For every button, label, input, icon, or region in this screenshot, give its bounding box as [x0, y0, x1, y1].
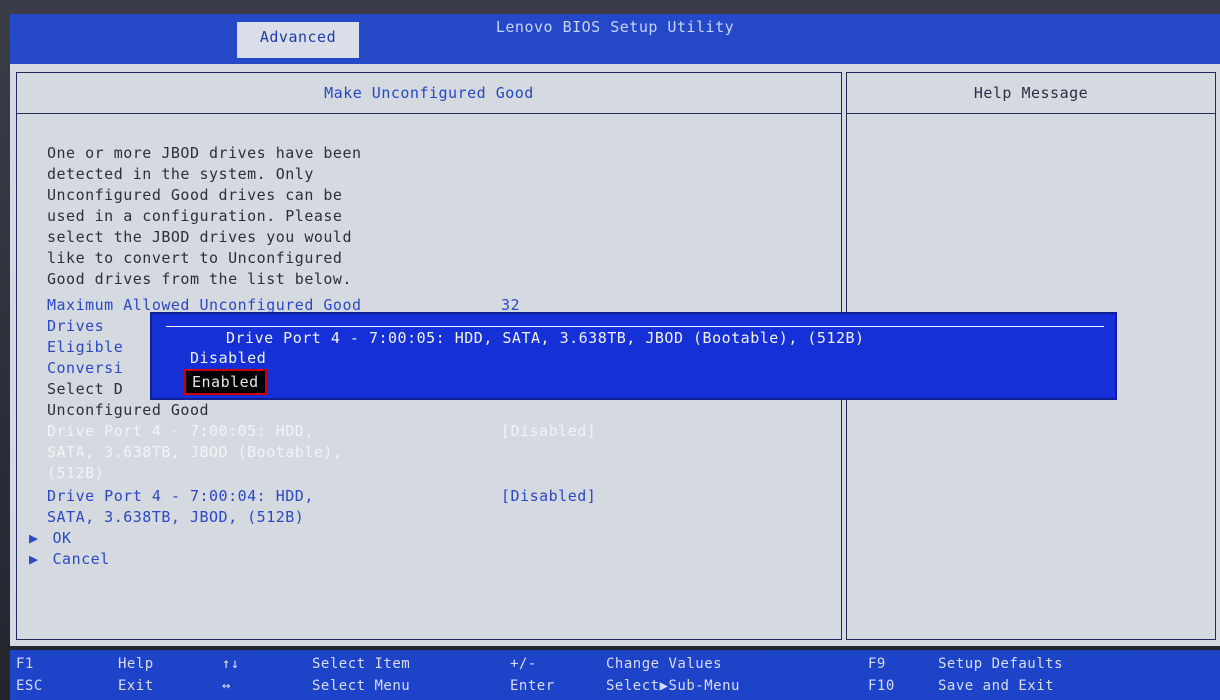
drive1-value[interactable]: [Disabled]	[501, 421, 596, 442]
description-line: One or more JBOD drives have been	[47, 144, 362, 162]
key-esc-label: Exit	[118, 678, 154, 694]
option-popup: Drive Port 4 - 7:00:05: HDD, SATA, 3.638…	[150, 312, 1117, 400]
drive1-line3[interactable]: (512B)	[47, 463, 104, 484]
option-enabled[interactable]: Enabled	[184, 369, 267, 395]
drive1-line1[interactable]: Drive Port 4 - 7:00:05: HDD,	[47, 421, 314, 442]
key-f10-label: Save and Exit	[938, 678, 1055, 694]
key-plusminus: +/-	[510, 656, 537, 672]
cancel-label: Cancel	[52, 550, 110, 568]
key-f9: F9	[868, 656, 886, 672]
key-esc: ESC	[16, 678, 43, 694]
description-line: detected in the system. Only	[47, 165, 314, 183]
drive2-value[interactable]: [Disabled]	[501, 486, 596, 507]
app-title: Lenovo BIOS Setup Utility	[495, 18, 735, 36]
conversion-label: Conversi	[47, 359, 124, 377]
drive2-line1[interactable]: Drive Port 4 - 7:00:04: HDD,	[47, 486, 314, 507]
unconfigured-good-label: Unconfigured Good	[47, 401, 210, 419]
submenu-arrow-icon: ▶	[29, 550, 39, 568]
description-line: Good drives from the list below.	[47, 270, 352, 288]
option-disabled[interactable]: Disabled	[190, 347, 266, 369]
drive1-line2[interactable]: SATA, 3.638TB, JBOD (Bootable),	[47, 442, 342, 463]
drive2-line2[interactable]: SATA, 3.638TB, JBOD, (512B)	[47, 507, 304, 528]
description-line: like to convert to Unconfigured	[47, 249, 343, 267]
key-leftright-label: Select Menu	[312, 678, 411, 694]
bios-screen: Lenovo BIOS Setup Utility Advanced Make …	[0, 0, 1220, 700]
footer-bar: F1 Help ESC Exit ↑↓ Select Item ↔ Select…	[10, 650, 1220, 700]
description-line: select the JBOD drives you would	[47, 228, 352, 246]
description-line: used in a configuration. Please	[47, 207, 343, 225]
title-bar: Lenovo BIOS Setup Utility	[10, 14, 1220, 36]
key-updown-label: Select Item	[312, 656, 411, 672]
popup-title: Drive Port 4 - 7:00:05: HDD, SATA, 3.638…	[218, 327, 873, 349]
help-panel-title: Help Message	[847, 73, 1215, 114]
key-enter-label: Select▶Sub-Menu	[606, 678, 740, 694]
key-enter: Enter	[510, 678, 555, 694]
ok-label: OK	[52, 529, 72, 547]
tab-strip	[10, 36, 1220, 58]
select-drives-label: Select D	[47, 380, 124, 398]
key-f9-label: Setup Defaults	[938, 656, 1064, 672]
description-line: Unconfigured Good drives can be	[47, 186, 343, 204]
submenu-arrow-icon: ▶	[29, 529, 39, 547]
ok-item[interactable]: ▶ OK	[29, 528, 72, 549]
key-updown: ↑↓	[222, 656, 240, 672]
key-f1-label: Help	[118, 656, 154, 672]
key-leftright: ↔	[222, 678, 231, 694]
max-allowed-label-cont: Drives	[47, 317, 105, 335]
eligible-label: Eligible	[47, 338, 124, 356]
popup-frame: Drive Port 4 - 7:00:05: HDD, SATA, 3.638…	[166, 326, 1104, 395]
key-f1: F1	[16, 656, 34, 672]
key-f10: F10	[868, 678, 895, 694]
key-plusminus-label: Change Values	[606, 656, 723, 672]
tab-advanced[interactable]: Advanced	[237, 22, 359, 58]
cancel-item[interactable]: ▶ Cancel	[29, 549, 110, 570]
main-panel-title: Make Unconfigured Good	[17, 73, 841, 114]
